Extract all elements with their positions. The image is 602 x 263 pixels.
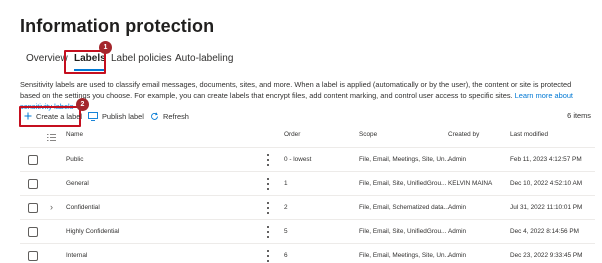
label-last-modified: Dec 10, 2022 4:52:10 AM [510, 180, 583, 187]
label-scope: File, Email, Site, UnifiedGrou... [359, 180, 447, 187]
column-header-created-by[interactable]: Created by [448, 131, 479, 145]
label-created-by: Admin [448, 156, 467, 163]
row-checkbox[interactable] [28, 203, 38, 213]
more-vertical-icon[interactable] [267, 226, 270, 238]
label-order: 1 [284, 180, 288, 187]
column-header-scope[interactable]: Scope [359, 131, 377, 145]
label-created-by: Admin [448, 204, 467, 211]
label-created-by: Admin [448, 252, 467, 259]
tab-label: Label policies [111, 53, 172, 64]
row-checkbox[interactable] [28, 251, 38, 261]
more-vertical-icon[interactable] [267, 202, 270, 214]
column-header-name[interactable]: Name [66, 131, 83, 145]
step-1-badge: 1 [99, 41, 112, 54]
labels-tab-highlight [64, 50, 106, 74]
label-order: 6 [284, 252, 288, 259]
more-vertical-icon[interactable] [267, 178, 270, 190]
chevron-right-icon[interactable]: › [50, 202, 53, 212]
description-text: Sensitivity labels are used to classify … [20, 80, 572, 100]
label-name[interactable]: Public [66, 156, 83, 163]
more-vertical-icon[interactable] [267, 250, 270, 262]
publish-label-text: Publish label [102, 111, 144, 121]
page-title: Information protection [20, 16, 215, 36]
plus-icon [24, 112, 32, 120]
table-row[interactable]: General 1 File, Email, Site, UnifiedGrou… [20, 171, 595, 195]
publish-icon [88, 111, 98, 121]
column-header-last-modified[interactable]: Last modified [510, 131, 548, 145]
table-row[interactable]: › Confidential 2 File, Email, Schematize… [20, 195, 595, 219]
publish-label-button[interactable]: Publish label [88, 107, 144, 125]
row-checkbox[interactable] [28, 227, 38, 237]
items-count: 6 items [567, 111, 591, 120]
create-label-text: Create a label [36, 111, 83, 121]
more-vertical-icon[interactable] [267, 154, 270, 166]
label-scope: File, Email, Meetings, Site, Un... [359, 252, 450, 259]
label-name[interactable]: Confidential [66, 204, 100, 211]
create-label-button[interactable]: Create a label [24, 107, 82, 125]
tab-overview[interactable]: Overview [26, 48, 68, 74]
label-last-modified: Dec 23, 2022 9:33:45 PM [510, 252, 583, 259]
label-name[interactable]: Highly Confidential [66, 228, 119, 235]
row-checkbox[interactable] [28, 155, 38, 165]
tab-label-policies[interactable]: Label policies [111, 48, 172, 74]
column-header-order[interactable]: Order [284, 131, 300, 145]
label-name[interactable]: General [66, 180, 89, 187]
label-order: 5 [284, 228, 288, 235]
table-row[interactable]: Public 0 - lowest File, Email, Meetings,… [20, 147, 595, 171]
tab-auto-labeling[interactable]: Auto-labeling [175, 48, 233, 74]
label-scope: File, Email, Schematized data... [359, 204, 449, 211]
table-row[interactable]: Highly Confidential 5 File, Email, Site,… [20, 219, 595, 243]
tab-label: Auto-labeling [175, 53, 234, 64]
label-created-by: KELVIN MAINA [448, 180, 493, 187]
label-order: 0 - lowest [284, 156, 312, 163]
toolbar: Create a label Publish label Refresh 6 i… [20, 107, 595, 125]
label-last-modified: Feb 11, 2023 4:12:57 PM [510, 156, 582, 163]
refresh-button[interactable]: Refresh [150, 107, 189, 125]
refresh-text: Refresh [163, 111, 189, 121]
row-checkbox[interactable] [28, 179, 38, 189]
list-icon[interactable] [47, 134, 56, 141]
refresh-icon [151, 112, 158, 120]
label-created-by: Admin [448, 228, 467, 235]
label-last-modified: Dec 4, 2022 8:14:56 PM [510, 228, 579, 235]
label-scope: File, Email, Meetings, Site, Un... [359, 156, 450, 163]
table-row[interactable]: Internal 6 File, Email, Meetings, Site, … [20, 243, 595, 263]
label-name[interactable]: Internal [66, 252, 87, 259]
tab-label: Overview [26, 53, 68, 64]
label-last-modified: Jul 31, 2022 11:10:01 PM [510, 204, 583, 211]
label-scope: File, Email, Site, UnifiedGrou... [359, 228, 447, 235]
label-order: 2 [284, 204, 288, 211]
